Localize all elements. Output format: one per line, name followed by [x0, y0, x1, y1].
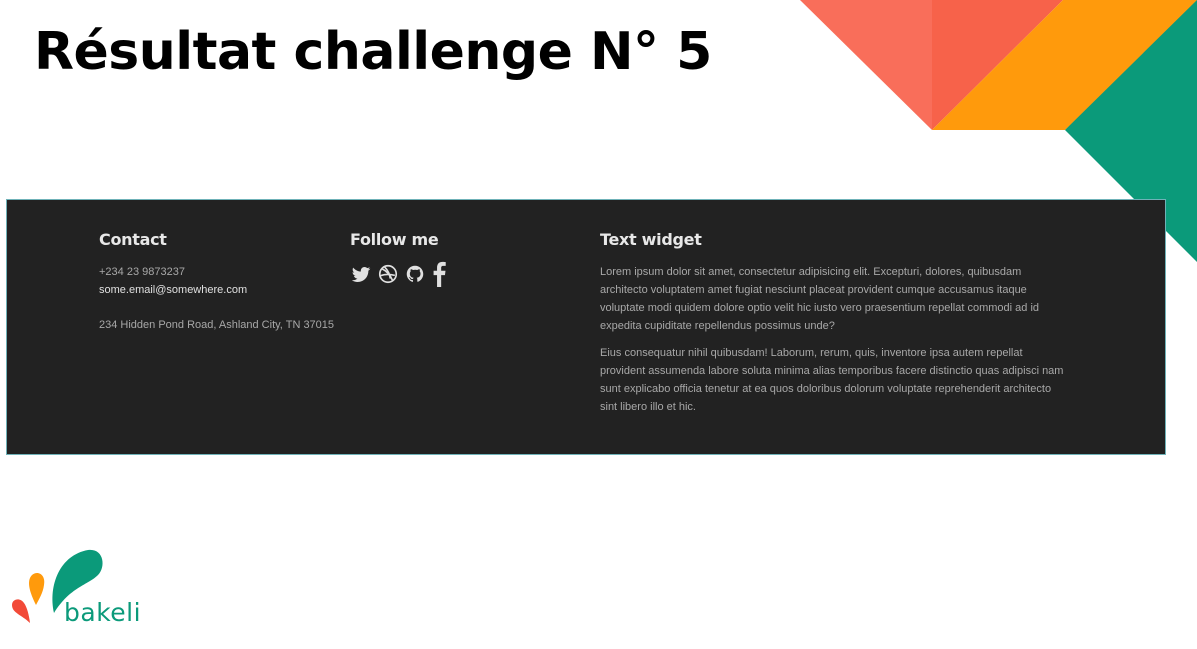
contact-address: 234 Hidden Pond Road, Ashland City, TN 3…: [99, 319, 335, 331]
contact-column: Contact +234 23 9873237 some.email@somew…: [99, 230, 339, 334]
follow-heading: Follow me: [350, 230, 439, 249]
contact-phone: +234 23 9873237: [99, 266, 185, 278]
footer-screenshot: Contact +234 23 9873237 some.email@somew…: [6, 199, 1166, 455]
text-widget-column: Text widget Lorem ipsum dolor sit amet, …: [600, 230, 1070, 416]
social-icons: [350, 261, 550, 287]
follow-column: Follow me: [350, 230, 550, 287]
github-icon[interactable]: [404, 261, 426, 287]
twitter-icon[interactable]: [350, 261, 372, 287]
bakeli-logo-text: bakeli: [64, 598, 142, 627]
text-widget-paragraph: Eius consequatur nihil quibusdam! Laboru…: [600, 347, 1064, 413]
slide-title: Résultat challenge N° 5: [34, 22, 712, 82]
contact-email[interactable]: some.email@somewhere.com: [99, 281, 339, 299]
contact-heading: Contact: [99, 230, 167, 249]
text-widget-paragraph: Lorem ipsum dolor sit amet, consectetur …: [600, 266, 1040, 332]
text-widget-heading: Text widget: [600, 230, 702, 249]
facebook-icon[interactable]: [431, 261, 453, 287]
dribbble-icon[interactable]: [377, 261, 399, 287]
